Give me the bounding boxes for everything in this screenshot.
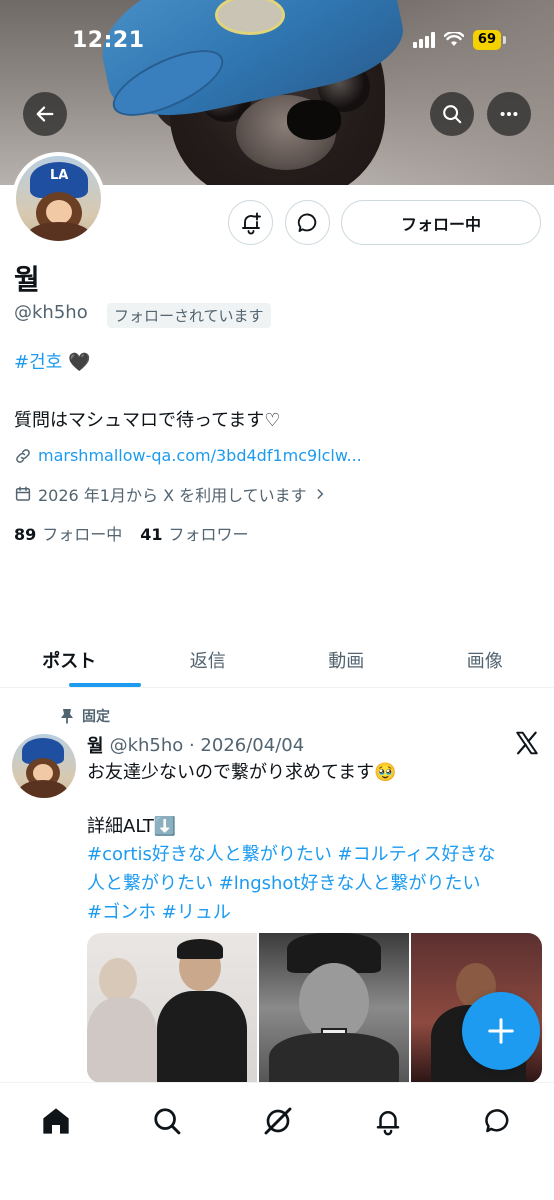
tab-replies[interactable]: 返信 xyxy=(139,632,278,687)
nav-home[interactable] xyxy=(36,1101,76,1141)
post-handle-date: @kh5ho · 2026/04/04 xyxy=(109,734,305,756)
follow-counts: 89 フォロー中 41 フォロワー xyxy=(14,521,249,545)
photo1-person2-hair xyxy=(177,939,223,959)
chevron-right-icon xyxy=(317,489,324,499)
following-count-link[interactable]: 89 フォロー中 xyxy=(14,521,122,545)
post-text-line-2: 詳細ALT⬇️ xyxy=(87,816,177,837)
post-hashtags-line-1[interactable]: #cortis好きな人と繋がりたい #コルティス好きな xyxy=(87,840,547,869)
search-icon xyxy=(443,105,462,124)
followers-count-link[interactable]: 41 フォロワー xyxy=(140,521,248,545)
followers-label: フォロワー xyxy=(168,525,249,544)
profile-avatar[interactable]: LA xyxy=(12,152,105,245)
link-icon xyxy=(16,448,30,463)
post-author-name[interactable]: 월 xyxy=(87,732,104,758)
joined-date: 2026 年1月から X を利用しています xyxy=(38,486,307,505)
bell-icon xyxy=(376,1111,400,1136)
photo1-person1-body xyxy=(87,998,157,1083)
post-photo-1[interactable] xyxy=(87,933,257,1083)
post-avatar-body xyxy=(19,780,67,798)
more-icon xyxy=(500,111,518,117)
post-hashtags[interactable]: #cortis好きな人と繋がりたい #コルティス好きな 人と繋がりたい #lng… xyxy=(87,840,547,927)
tab-posts[interactable]: ポスト xyxy=(0,632,139,687)
calendar-icon xyxy=(15,486,31,501)
x-logo-icon[interactable] xyxy=(514,730,540,756)
nav-messages[interactable] xyxy=(478,1101,518,1141)
notify-button[interactable] xyxy=(228,200,273,245)
photo1-person1-head xyxy=(99,958,137,1002)
photo2-body xyxy=(269,1033,399,1083)
pin-icon xyxy=(61,709,73,724)
bottom-navigation xyxy=(0,1082,554,1200)
active-tab-indicator xyxy=(69,683,141,687)
more-button[interactable] xyxy=(487,92,531,136)
bio-line-2: 質問はマシュマロで待ってます♡ xyxy=(14,410,281,431)
post-hashtags-line-3[interactable]: #ゴンホ #リュル xyxy=(87,898,547,927)
avatar-body xyxy=(26,222,92,241)
home-icon xyxy=(43,1108,69,1134)
following-label: フォロー中 xyxy=(42,525,123,544)
banner-dog-nose xyxy=(287,100,341,140)
messages-icon xyxy=(485,1109,509,1133)
pinned-label: 固定 xyxy=(82,709,110,725)
joined-row[interactable]: 2026 年1月から X を利用しています xyxy=(14,482,327,506)
pinned-label-row: 固定 xyxy=(60,706,110,726)
message-icon xyxy=(297,213,316,232)
notification-plus-icon xyxy=(241,212,261,234)
post-header: 월 @kh5ho · 2026/04/04 xyxy=(87,732,304,758)
avatar-face-inner xyxy=(46,200,72,224)
tab-videos[interactable]: 動画 xyxy=(277,632,416,687)
grok-icon xyxy=(264,1107,292,1135)
bio-heart: 🖤 xyxy=(67,352,91,373)
nav-explore[interactable] xyxy=(147,1101,187,1141)
nav-grok[interactable] xyxy=(258,1101,298,1141)
post-avatar[interactable] xyxy=(12,734,76,798)
photo1-person2-body xyxy=(157,991,247,1083)
battery-indicator: 69 xyxy=(472,30,501,50)
message-button[interactable] xyxy=(285,200,330,245)
bio-line-1: #건호 🖤 xyxy=(14,348,90,374)
follows-you-badge: フォローされています xyxy=(107,303,271,328)
followers-count: 41 xyxy=(140,525,163,544)
signal-icon xyxy=(412,32,435,48)
compose-button[interactable] xyxy=(462,992,540,1070)
tab-images[interactable]: 画像 xyxy=(416,632,554,687)
nav-notifications[interactable] xyxy=(368,1101,408,1141)
profile-handle: @kh5ho xyxy=(14,302,88,323)
search-button[interactable] xyxy=(430,92,474,136)
post-hashtags-line-2[interactable]: 人と繋がりたい #lngshot好きな人と繋がりたい xyxy=(87,869,547,898)
profile-link[interactable]: marshmallow-qa.com/3bd4df1mc9lclw... xyxy=(38,446,362,465)
back-button[interactable] xyxy=(23,92,67,136)
explore-icon xyxy=(154,1108,181,1135)
profile-link-row[interactable]: marshmallow-qa.com/3bd4df1mc9lclw... xyxy=(14,446,362,465)
back-arrow-icon xyxy=(36,106,54,122)
post-text-line-1: お友達少ないので繋がり求めてます🥹 xyxy=(87,762,397,783)
status-time: 12:21 xyxy=(72,28,145,53)
status-icons: 69 xyxy=(412,30,506,50)
wifi-icon xyxy=(443,32,464,46)
display-name: 월 xyxy=(14,263,40,296)
profile-tabs: ポスト 返信 動画 画像 xyxy=(0,632,554,688)
following-button[interactable]: フォロー中 xyxy=(341,200,541,245)
battery-tip xyxy=(503,36,506,44)
avatar-cap-logo: LA xyxy=(50,168,69,183)
compose-plus-icon xyxy=(488,1018,514,1044)
bio-hashtag[interactable]: #건호 xyxy=(14,352,62,373)
following-count: 89 xyxy=(14,525,37,544)
post-photo-2[interactable] xyxy=(259,933,409,1083)
